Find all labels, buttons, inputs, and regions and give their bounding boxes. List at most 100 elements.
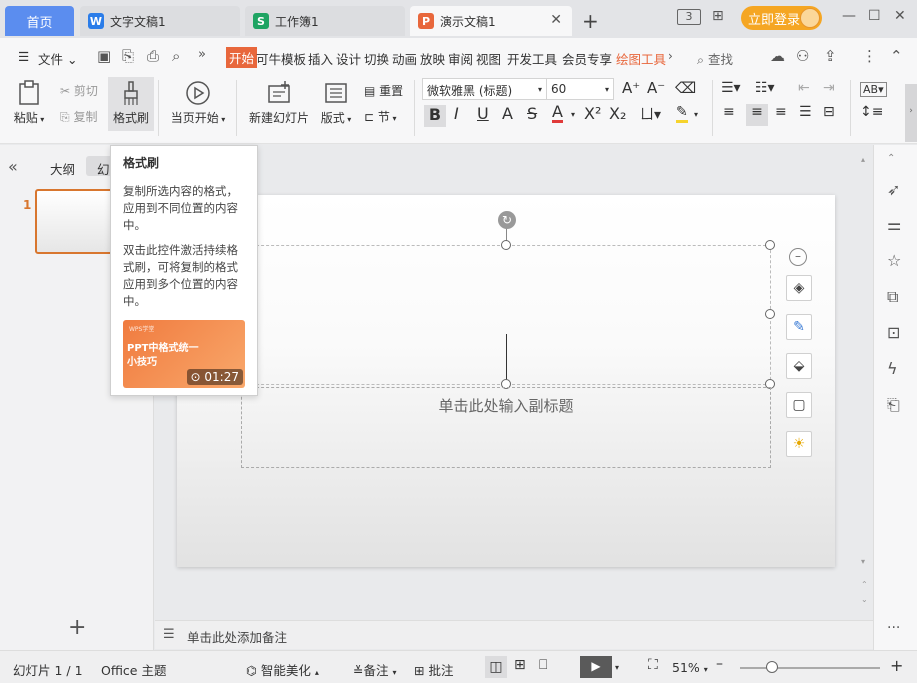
smart-beautify-button[interactable]: ⌬ 智能美化 ▴	[246, 660, 319, 679]
copy-button[interactable]: ⎘ 复制	[60, 108, 97, 125]
prev-slide-icon[interactable]: ⌃	[861, 580, 868, 589]
align-center-icon[interactable]: ≡	[746, 104, 768, 126]
next-slide-icon[interactable]: ⌄	[861, 595, 868, 604]
decrease-font-icon[interactable]: A⁻	[647, 79, 665, 97]
menu-transition[interactable]: 切换	[364, 49, 389, 68]
decrease-indent-icon[interactable]: ⇤	[798, 80, 810, 96]
clear-format-icon[interactable]: ⌫	[675, 79, 696, 97]
star-icon[interactable]: ☆	[887, 251, 901, 270]
justify-icon[interactable]: ☰	[799, 104, 812, 120]
ribbon-scroll-right[interactable]: ›	[905, 84, 917, 142]
font-color-icon[interactable]: A	[552, 104, 563, 123]
share-icon[interactable]: ⇪	[824, 47, 837, 65]
menu-design[interactable]: 设计	[336, 49, 361, 68]
scroll-up-icon[interactable]: ▴	[861, 155, 865, 164]
resize-handle[interactable]	[501, 240, 511, 250]
menu-view[interactable]: 视图	[476, 49, 501, 68]
font-size-select[interactable]: 60 ▾	[546, 78, 614, 100]
layers-icon[interactable]: ◈	[786, 275, 812, 301]
book-icon[interactable]: ⎗	[887, 395, 900, 415]
collapse-panel-icon[interactable]: «	[8, 157, 18, 176]
scroll-down-icon[interactable]: ▾	[861, 557, 865, 566]
add-slide-button[interactable]: +	[68, 615, 86, 640]
increase-indent-icon[interactable]: ⇥	[823, 80, 835, 96]
zoom-slider[interactable]	[740, 667, 880, 669]
window-count-icon[interactable]: 3	[677, 9, 701, 25]
theme-name[interactable]: Office 主题	[101, 660, 166, 679]
menu-review[interactable]: 审阅	[448, 49, 473, 68]
reading-view-icon[interactable]: ⎕	[539, 657, 547, 673]
export-icon[interactable]: ⎘	[122, 47, 134, 65]
collapse-ribbon-icon[interactable]: ⌃	[890, 47, 903, 65]
vertical-scrollbar[interactable]: ▴ ▾ ⌃ ⌄	[861, 155, 871, 605]
notes-toggle-button[interactable]: ≚备注 ▾	[353, 660, 397, 679]
close-tab-icon[interactable]: ✕	[550, 12, 562, 28]
text-shadow-icon[interactable]: A	[502, 104, 513, 123]
resize-handle[interactable]	[765, 240, 775, 250]
increase-font-icon[interactable]: A⁺	[622, 79, 640, 97]
align-right-icon[interactable]: ≡	[775, 104, 787, 120]
layout-button[interactable]: 版式 ▾	[318, 80, 354, 126]
rocket-icon[interactable]: ➶	[887, 180, 900, 199]
rotate-handle-icon[interactable]: ↻	[498, 211, 516, 229]
collaborate-icon[interactable]: ⚇	[796, 47, 809, 65]
tab-home[interactable]: 首页	[5, 6, 74, 36]
subscript-icon[interactable]: X₂	[609, 104, 626, 123]
apps-grid-icon[interactable]: ⊞	[712, 8, 724, 24]
font-name-select[interactable]: 微软雅黑 (标题) ▾	[422, 78, 547, 100]
lightning-icon[interactable]: ϟ	[887, 359, 898, 378]
text-direction-icon[interactable]: AB▾	[860, 82, 887, 97]
image-edit-icon[interactable]: ⊡	[887, 323, 900, 342]
tutorial-video-thumbnail[interactable]: WPS学堂 PPT中格式统一小技巧 ⊙ 01:27	[123, 320, 245, 388]
line-spacing-icon[interactable]: ↕≡	[860, 104, 883, 120]
minimize-icon[interactable]: —	[842, 8, 856, 24]
tab-presentation[interactable]: P 演示文稿1 ✕	[410, 6, 572, 36]
play-from-current-button[interactable]: 当页开始 ▾	[168, 80, 228, 126]
file-menu[interactable]: 文件 ⌄	[38, 49, 77, 68]
menu-animation[interactable]: 动画	[392, 49, 417, 68]
resize-handle[interactable]	[765, 309, 775, 319]
pen-icon[interactable]: ✎	[786, 314, 812, 340]
bullet-list-icon[interactable]: ☰▾	[721, 80, 741, 96]
normal-view-icon[interactable]: ◫	[485, 656, 507, 678]
bold-icon[interactable]: B	[424, 105, 446, 127]
menu-templates[interactable]: 可牛模板	[256, 49, 306, 68]
more-quick-icon[interactable]: »	[198, 47, 206, 62]
zoom-level[interactable]: 51% ▾	[672, 660, 708, 675]
sliders-icon[interactable]: ⚌	[887, 215, 901, 234]
maximize-icon[interactable]: ☐	[868, 8, 881, 24]
zoom-slider-thumb[interactable]	[766, 661, 778, 673]
scroll-up-icon[interactable]: ⌃	[887, 153, 895, 164]
chevron-down-icon[interactable]: ▾	[571, 110, 575, 119]
more-tools-icon[interactable]: ···	[887, 620, 900, 636]
login-button[interactable]: 立即登录	[741, 6, 822, 30]
chevron-down-icon[interactable]: ▾	[694, 110, 698, 119]
menu-member[interactable]: 会员专享	[562, 49, 612, 68]
reset-button[interactable]: ▤ 重置	[364, 82, 403, 99]
cloud-sync-icon[interactable]: ☁	[770, 47, 785, 65]
comment-icon[interactable]: ⧉	[887, 287, 898, 307]
border-icon[interactable]: ▢	[786, 392, 812, 418]
lightbulb-icon[interactable]: ☀	[786, 431, 812, 457]
slide-thumbnail[interactable]	[35, 189, 120, 254]
play-slideshow-icon[interactable]: ▶	[580, 656, 612, 678]
menu-slideshow[interactable]: 放映	[420, 49, 445, 68]
close-window-icon[interactable]: ✕	[894, 8, 906, 24]
paste-button[interactable]: 粘贴 ▾	[12, 80, 46, 126]
italic-icon[interactable]: I	[454, 104, 459, 123]
comment-button[interactable]: ⊞ 批注	[414, 660, 453, 679]
print-icon[interactable]: ⎙	[147, 47, 159, 65]
highlight-icon[interactable]: ✎	[676, 104, 688, 123]
zoom-out-icon[interactable]: –	[716, 656, 723, 672]
cut-button[interactable]: ✂ 剪切	[60, 82, 98, 99]
superscript-icon[interactable]: X²	[584, 104, 601, 123]
new-tab-button[interactable]: +	[582, 9, 599, 33]
collapse-tools-icon[interactable]: –	[789, 248, 807, 266]
slide-sorter-icon[interactable]: ⊞	[514, 657, 526, 673]
phonetic-icon[interactable]: ㄩ▾	[640, 104, 661, 124]
underline-icon[interactable]: U	[477, 104, 489, 123]
section-button[interactable]: ⊏ 节 ▾	[364, 108, 396, 125]
fit-window-icon[interactable]: ⛶	[648, 657, 658, 673]
menu-drawing-tools[interactable]: 绘图工具	[616, 49, 666, 68]
more-options-icon[interactable]: ⋮	[862, 47, 877, 65]
